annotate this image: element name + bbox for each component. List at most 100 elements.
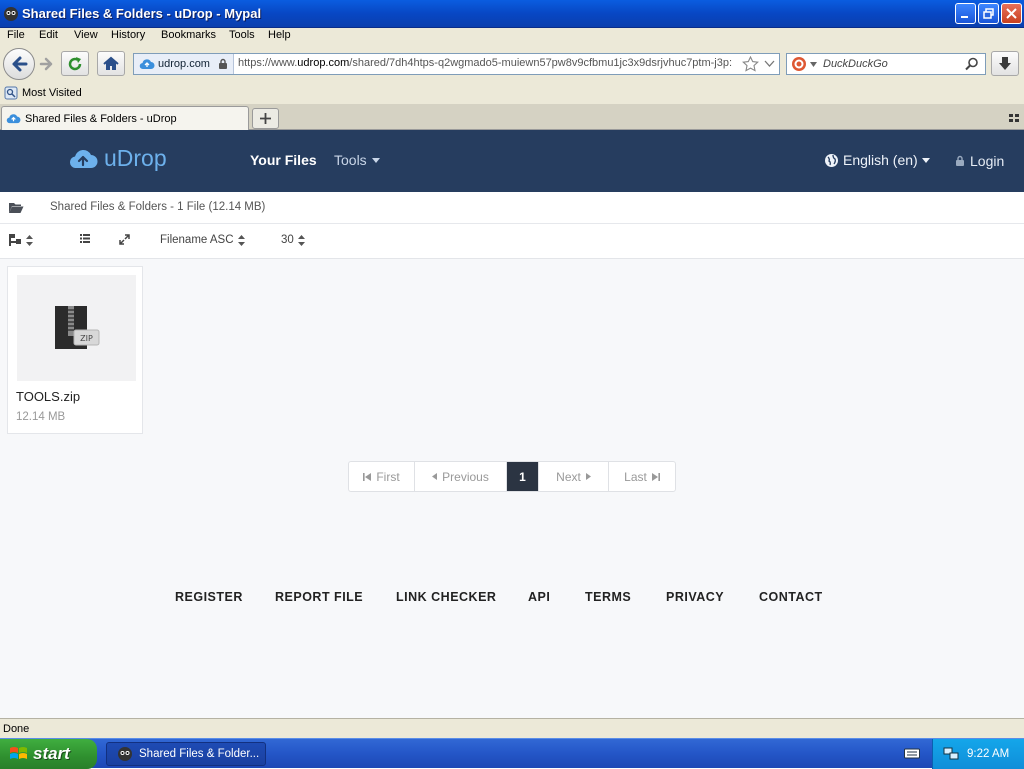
footer-contact[interactable]: CONTACT bbox=[759, 590, 823, 604]
most-visited-label: Most Visited bbox=[22, 87, 82, 99]
nav-your-files[interactable]: Your Files bbox=[250, 152, 317, 168]
reload-icon bbox=[68, 56, 82, 70]
search-icon[interactable] bbox=[965, 57, 979, 71]
bookmark-star-icon[interactable] bbox=[742, 56, 759, 72]
per-page-label: 30 bbox=[281, 234, 294, 246]
pagination-next[interactable]: Next bbox=[539, 462, 609, 491]
menu-edit[interactable]: Edit bbox=[39, 29, 58, 41]
sort-order-label: Filename ASC bbox=[160, 234, 234, 246]
pagination-first[interactable]: First bbox=[349, 462, 415, 491]
file-size: 12.14 MB bbox=[16, 411, 66, 423]
search-bar[interactable]: DuckDuckGo bbox=[786, 53, 986, 75]
reload-button[interactable] bbox=[61, 51, 89, 76]
zip-badge-text: ZIP bbox=[80, 334, 93, 343]
taskbar-window-label: Shared Files & Folder... bbox=[139, 748, 260, 760]
restore-button[interactable] bbox=[978, 3, 999, 24]
navigation-toolbar: udrop.com https://www.udrop.com/shared/7… bbox=[0, 46, 1024, 84]
fullscreen-button[interactable] bbox=[119, 234, 130, 245]
breadcrumb-text: Shared Files & Folders - 1 File (12.14 M… bbox=[50, 201, 266, 213]
sort-order-select[interactable]: Filename ASC bbox=[160, 234, 245, 246]
download-arrow-icon bbox=[999, 56, 1011, 70]
tab-strip: Shared Files & Folders - uDrop bbox=[0, 104, 1024, 130]
caret-down-icon bbox=[371, 157, 380, 163]
footer-report-file[interactable]: REPORT FILE bbox=[275, 590, 363, 604]
pagination: First Previous 1 Next Last bbox=[348, 461, 676, 492]
plus-icon bbox=[260, 113, 271, 124]
start-button[interactable]: start bbox=[0, 739, 97, 769]
folder-open-icon[interactable] bbox=[8, 201, 24, 214]
caret-right-icon bbox=[585, 473, 591, 480]
window-title-bar[interactable]: Shared Files & Folders - uDrop - Mypal bbox=[0, 0, 1024, 28]
url-domain: udrop.com bbox=[297, 57, 350, 69]
windows-logo-icon bbox=[10, 747, 27, 759]
downloads-button[interactable] bbox=[991, 51, 1019, 76]
zip-file-icon: ZIP bbox=[54, 306, 99, 349]
page-content: uDrop Your Files Tools English (en) Logi… bbox=[0, 130, 1024, 718]
footer-terms[interactable]: TERMS bbox=[585, 590, 631, 604]
tab-list-icon[interactable] bbox=[1008, 112, 1020, 124]
per-page-select[interactable]: 30 bbox=[281, 234, 305, 246]
pagination-last[interactable]: Last bbox=[609, 462, 675, 491]
file-name[interactable]: TOOLS.zip bbox=[16, 389, 80, 404]
new-tab-button[interactable] bbox=[252, 108, 279, 129]
login-label: Login bbox=[970, 153, 1005, 169]
menu-file[interactable]: File bbox=[7, 29, 25, 41]
url-dropdown-icon[interactable] bbox=[764, 60, 775, 68]
keyboard-icon[interactable] bbox=[904, 747, 920, 759]
nav-tools-label: Tools bbox=[334, 152, 367, 168]
tab-shared-files[interactable]: Shared Files & Folders - uDrop bbox=[1, 106, 249, 130]
lock-icon bbox=[956, 155, 964, 166]
taskbar-window-button[interactable]: Shared Files & Folder... bbox=[106, 742, 266, 766]
site-logo-text: uDrop bbox=[104, 145, 167, 171]
menu-view[interactable]: View bbox=[74, 29, 98, 41]
cloud-upload-logo-icon bbox=[69, 149, 98, 168]
bookmarks-toolbar: Most Visited bbox=[0, 84, 1024, 104]
url-prefix: https://www. bbox=[238, 57, 298, 69]
pagination-previous[interactable]: Previous bbox=[415, 462, 507, 491]
forward-button[interactable] bbox=[35, 54, 57, 74]
selection-tools-button[interactable] bbox=[9, 234, 33, 246]
file-thumbnail[interactable]: ZIP bbox=[17, 275, 136, 381]
login-link[interactable]: Login bbox=[955, 153, 1004, 169]
site-identity-box[interactable]: udrop.com bbox=[134, 54, 234, 74]
network-icon[interactable] bbox=[943, 747, 959, 761]
minimize-button[interactable] bbox=[955, 3, 976, 24]
address-bar[interactable]: udrop.com https://www.udrop.com/shared/7… bbox=[133, 53, 780, 75]
list-view-button[interactable] bbox=[80, 234, 90, 243]
home-button[interactable] bbox=[97, 51, 125, 76]
clock[interactable]: 9:22 AM bbox=[967, 748, 1009, 760]
breadcrumb: Shared Files & Folders - 1 File (12.14 M… bbox=[0, 192, 1024, 224]
footer-api[interactable]: API bbox=[528, 590, 550, 604]
mypal-app-icon bbox=[4, 7, 18, 21]
language-selector[interactable]: English (en) bbox=[824, 152, 930, 168]
home-icon bbox=[103, 56, 119, 70]
menu-bookmarks[interactable]: Bookmarks bbox=[161, 29, 216, 41]
menu-help[interactable]: Help bbox=[268, 29, 291, 41]
menu-tools[interactable]: Tools bbox=[229, 29, 255, 41]
file-card[interactable]: ZIP TOOLS.zip 12.14 MB bbox=[7, 266, 143, 434]
site-logo[interactable]: uDrop bbox=[68, 145, 167, 172]
pagination-page-current[interactable]: 1 bbox=[507, 462, 539, 491]
search-placeholder: DuckDuckGo bbox=[823, 58, 888, 70]
footer-link-checker[interactable]: LINK CHECKER bbox=[396, 590, 496, 604]
search-engine-dropdown-icon[interactable] bbox=[810, 62, 817, 67]
sort-arrows-icon bbox=[297, 234, 305, 246]
most-visited-folder-icon bbox=[4, 86, 18, 100]
close-window-button[interactable] bbox=[1001, 3, 1022, 24]
footer-register[interactable]: REGISTER bbox=[175, 590, 243, 604]
lock-icon bbox=[219, 58, 227, 69]
footer-privacy[interactable]: PRIVACY bbox=[666, 590, 724, 604]
pagination-first-label: First bbox=[376, 469, 400, 484]
menu-history[interactable]: History bbox=[111, 29, 145, 41]
system-tray: 9:22 AM bbox=[932, 739, 1024, 769]
pagination-last-label: Last bbox=[624, 469, 647, 484]
url-text[interactable]: https://www.udrop.com/shared/7dh4htps-q2… bbox=[238, 57, 738, 69]
cloud-upload-favicon-icon bbox=[139, 59, 155, 70]
caret-left-icon bbox=[432, 473, 438, 480]
most-visited-bookmark[interactable]: Most Visited bbox=[4, 86, 82, 100]
duckduckgo-engine-icon[interactable] bbox=[791, 56, 807, 72]
back-button[interactable] bbox=[3, 48, 35, 80]
nav-tools-dropdown[interactable]: Tools bbox=[334, 152, 380, 168]
pagination-next-label: Next bbox=[556, 469, 581, 484]
windows-taskbar: start Shared Files & Folder... 9:22 AM bbox=[0, 738, 1024, 769]
